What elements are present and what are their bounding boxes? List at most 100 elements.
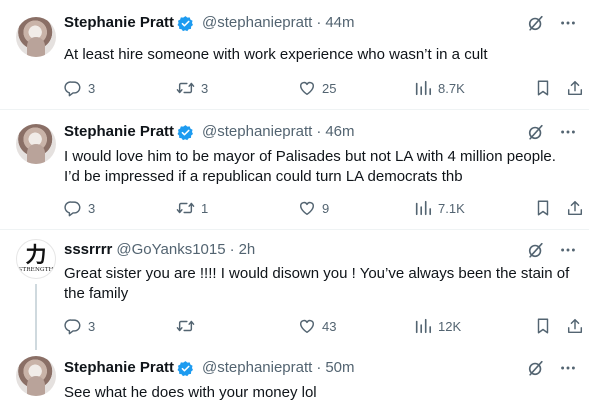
timestamp[interactable]: 2h	[239, 240, 256, 260]
post-top-actions	[527, 122, 577, 142]
views-icon	[415, 200, 432, 216]
reply-icon	[64, 201, 81, 217]
user-handle[interactable]: @stephaniepratt	[202, 122, 312, 142]
more-icon[interactable]	[559, 359, 577, 377]
post-actions: 3 43 12K	[64, 316, 589, 336]
repost-button[interactable]: 1	[176, 198, 208, 218]
separator-dot: ·	[229, 241, 235, 258]
user-handle[interactable]: @GoYanks1015	[116, 240, 225, 260]
post[interactable]: 力 STRENGTH sssrrrr @GoYanks1015 · 2h Gre…	[0, 230, 589, 350]
post-text: I would love him to be mayor of Palisade…	[64, 148, 556, 185]
like-button[interactable]: 43	[298, 316, 336, 336]
more-icon[interactable]	[559, 14, 577, 32]
like-icon	[299, 81, 315, 96]
display-name[interactable]: Stephanie Pratt	[64, 358, 174, 378]
timestamp[interactable]: 46m	[325, 122, 354, 142]
share-icon	[567, 200, 583, 216]
bookmark-icon	[537, 80, 549, 96]
reply-count: 3	[88, 200, 96, 216]
post-header: sssrrrr @GoYanks1015 · 2h	[64, 240, 255, 260]
like-icon	[299, 319, 315, 334]
share-icon	[567, 80, 583, 96]
views-count: 12K	[438, 318, 462, 334]
views-count: 8.7K	[438, 80, 465, 96]
bookmark-button[interactable]	[534, 198, 552, 218]
separator-dot: ·	[316, 14, 322, 31]
bookmark-button[interactable]	[534, 78, 552, 98]
verified-badge-icon	[177, 360, 194, 376]
display-name[interactable]: Stephanie Pratt	[64, 122, 174, 142]
share-icon	[567, 318, 583, 334]
avatar-glyph: 力	[25, 242, 47, 267]
share-button[interactable]	[566, 316, 584, 336]
repost-button[interactable]	[176, 316, 201, 336]
post-actions: 3 1 9 7.1K	[64, 198, 589, 218]
timestamp[interactable]: 50m	[325, 358, 354, 378]
post-top-actions	[527, 13, 577, 33]
bookmark-button[interactable]	[534, 316, 552, 336]
display-name[interactable]: sssrrrr	[64, 240, 112, 260]
repost-icon	[176, 320, 195, 332]
more-icon[interactable]	[559, 123, 577, 141]
views-button[interactable]: 12K	[414, 316, 461, 336]
reply-icon	[64, 81, 81, 97]
repost-icon	[176, 82, 195, 94]
like-count: 43	[322, 318, 337, 334]
avatar[interactable]: 力 STRENGTH	[16, 239, 56, 279]
views-icon	[415, 318, 432, 334]
views-icon	[415, 80, 432, 96]
post-top-actions	[527, 358, 577, 378]
post-header: Stephanie Pratt @stephaniepratt · 44m	[64, 13, 355, 33]
share-button[interactable]	[566, 78, 584, 98]
like-button[interactable]: 25	[298, 78, 336, 98]
share-button[interactable]	[566, 198, 584, 218]
post-header: Stephanie Pratt @stephaniepratt · 50m	[64, 358, 355, 378]
grok-icon[interactable]	[527, 359, 545, 377]
more-icon[interactable]	[559, 241, 577, 259]
post[interactable]: Stephanie Pratt @stephaniepratt · 44m At…	[0, 0, 589, 110]
thread-connector-line	[35, 284, 37, 350]
grok-icon[interactable]	[527, 123, 545, 141]
reply-count: 3	[88, 80, 96, 96]
post-actions: 3 3 25 8.7K	[64, 78, 589, 98]
views-button[interactable]: 7.1K	[414, 198, 465, 218]
like-icon	[299, 201, 315, 216]
post-text: At least hire someone with work experien…	[64, 46, 488, 63]
reply-count: 3	[88, 318, 96, 334]
post-top-actions	[527, 240, 577, 260]
post[interactable]: Stephanie Pratt @stephaniepratt · 46m I …	[0, 110, 589, 230]
post-text: See what he does with your money lol	[64, 384, 317, 401]
user-handle[interactable]: @stephaniepratt	[202, 358, 312, 378]
bookmark-icon	[537, 200, 549, 216]
views-count: 7.1K	[438, 200, 465, 216]
grok-icon[interactable]	[527, 14, 545, 32]
like-count: 9	[322, 200, 330, 216]
repost-button[interactable]: 3	[176, 78, 208, 98]
post-text: Great sister you are !!!! I would disown…	[64, 265, 570, 302]
avatar[interactable]	[16, 17, 56, 57]
separator-dot: ·	[316, 359, 322, 376]
repost-count: 3	[201, 80, 209, 96]
separator-dot: ·	[316, 123, 322, 140]
display-name[interactable]: Stephanie Pratt	[64, 13, 174, 33]
reply-button[interactable]: 3	[64, 316, 95, 336]
grok-icon[interactable]	[527, 241, 545, 259]
repost-count: 1	[201, 200, 209, 216]
reply-button[interactable]: 3	[64, 78, 95, 98]
timeline-feed: Stephanie Pratt @stephaniepratt · 44m At…	[0, 0, 589, 404]
post[interactable]: Stephanie Pratt @stephaniepratt · 50m Se…	[0, 348, 589, 404]
views-button[interactable]: 8.7K	[414, 78, 465, 98]
timestamp[interactable]: 44m	[325, 13, 354, 33]
user-handle[interactable]: @stephaniepratt	[202, 13, 312, 33]
avatar[interactable]	[16, 124, 56, 164]
reply-button[interactable]: 3	[64, 198, 95, 218]
reply-icon	[64, 319, 81, 335]
like-button[interactable]: 9	[298, 198, 329, 218]
like-count: 25	[322, 80, 337, 96]
verified-badge-icon	[177, 15, 194, 31]
avatar[interactable]	[16, 356, 56, 396]
post-header: Stephanie Pratt @stephaniepratt · 46m	[64, 122, 355, 142]
repost-icon	[176, 202, 195, 214]
bookmark-icon	[537, 318, 549, 334]
avatar-word: STRENGTH	[18, 267, 54, 273]
